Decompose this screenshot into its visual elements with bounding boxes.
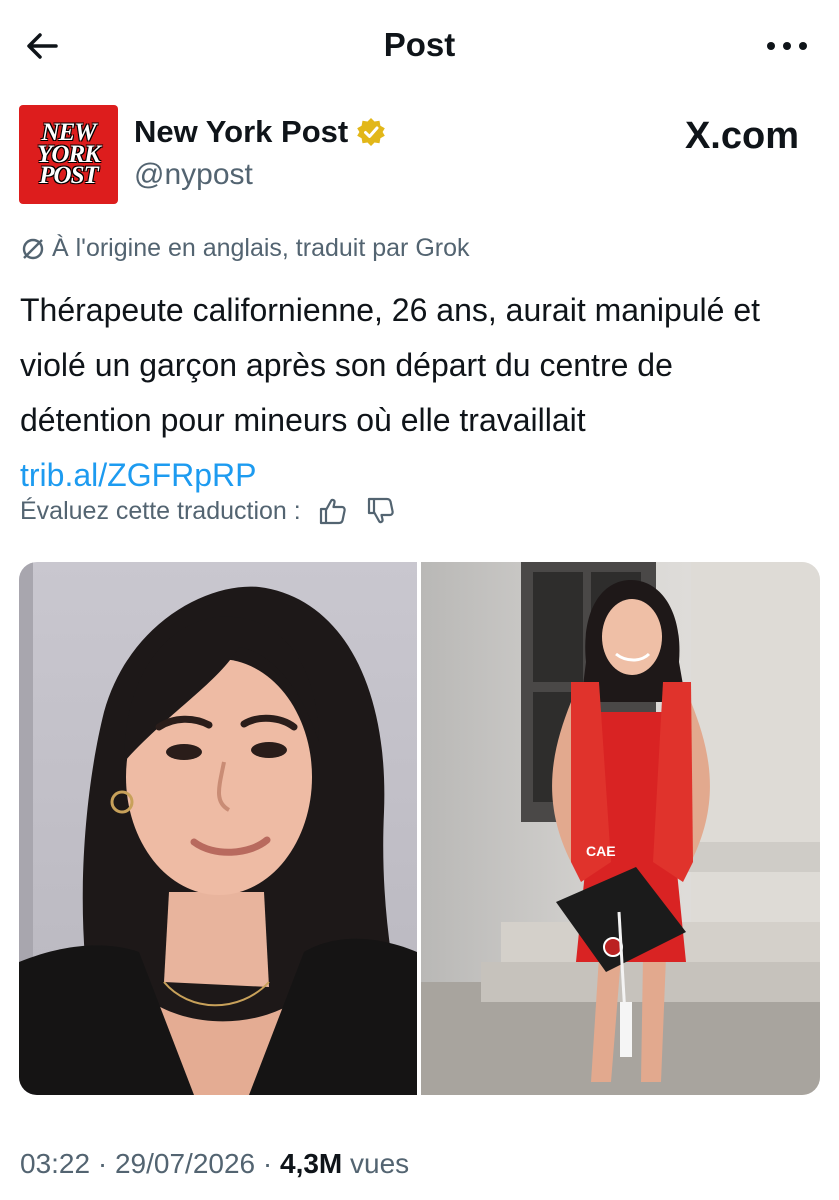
views-label: vues [350,1148,410,1179]
thumbs-down-icon[interactable] [365,495,397,527]
translation-rating: Évaluez cette traduction : [20,495,397,527]
author-handle[interactable]: @nypost [134,158,253,192]
author-name-row[interactable]: New York Post [134,114,386,150]
page-title: Post [383,26,456,63]
meta-separator: · [97,1148,108,1179]
source-watermark: X.com [684,115,799,157]
translate-icon [22,238,44,259]
tweet-text: Thérapeute californienne, 26 ans, aurait… [20,292,761,438]
photo-graduation[interactable]: CAE [421,562,820,1095]
tweet-link[interactable]: trib.al/ZGFRpRP [20,457,256,493]
media-grid: CAE [19,562,820,1095]
post-time[interactable]: 03:22 [20,1148,90,1179]
author-name[interactable]: New York Post [134,114,348,150]
avatar[interactable]: NEW YORK POST [19,105,118,204]
ellipsis-icon[interactable] [765,36,809,56]
meta-separator: · [262,1148,273,1179]
tweet-text-block: Thérapeute californienne, 26 ans, aurait… [20,283,810,503]
view-count[interactable]: 4,3M [280,1148,342,1179]
photo-portrait[interactable] [19,562,417,1095]
translation-note-text: À l'origine en anglais, traduit par Grok [52,234,470,262]
stole-text: CAE [586,843,616,859]
rating-label: Évaluez cette traduction : [20,496,301,525]
verified-badge-icon [357,118,386,146]
thumbs-up-icon[interactable] [317,495,349,527]
translation-note: À l'origine en anglais, traduit par Grok [20,234,470,263]
post-date[interactable]: 29/07/2026 [115,1148,255,1179]
logo-line: POST [39,162,98,190]
post-meta: 03:22 · 29/07/2026 · 4,3M vues [20,1148,409,1180]
